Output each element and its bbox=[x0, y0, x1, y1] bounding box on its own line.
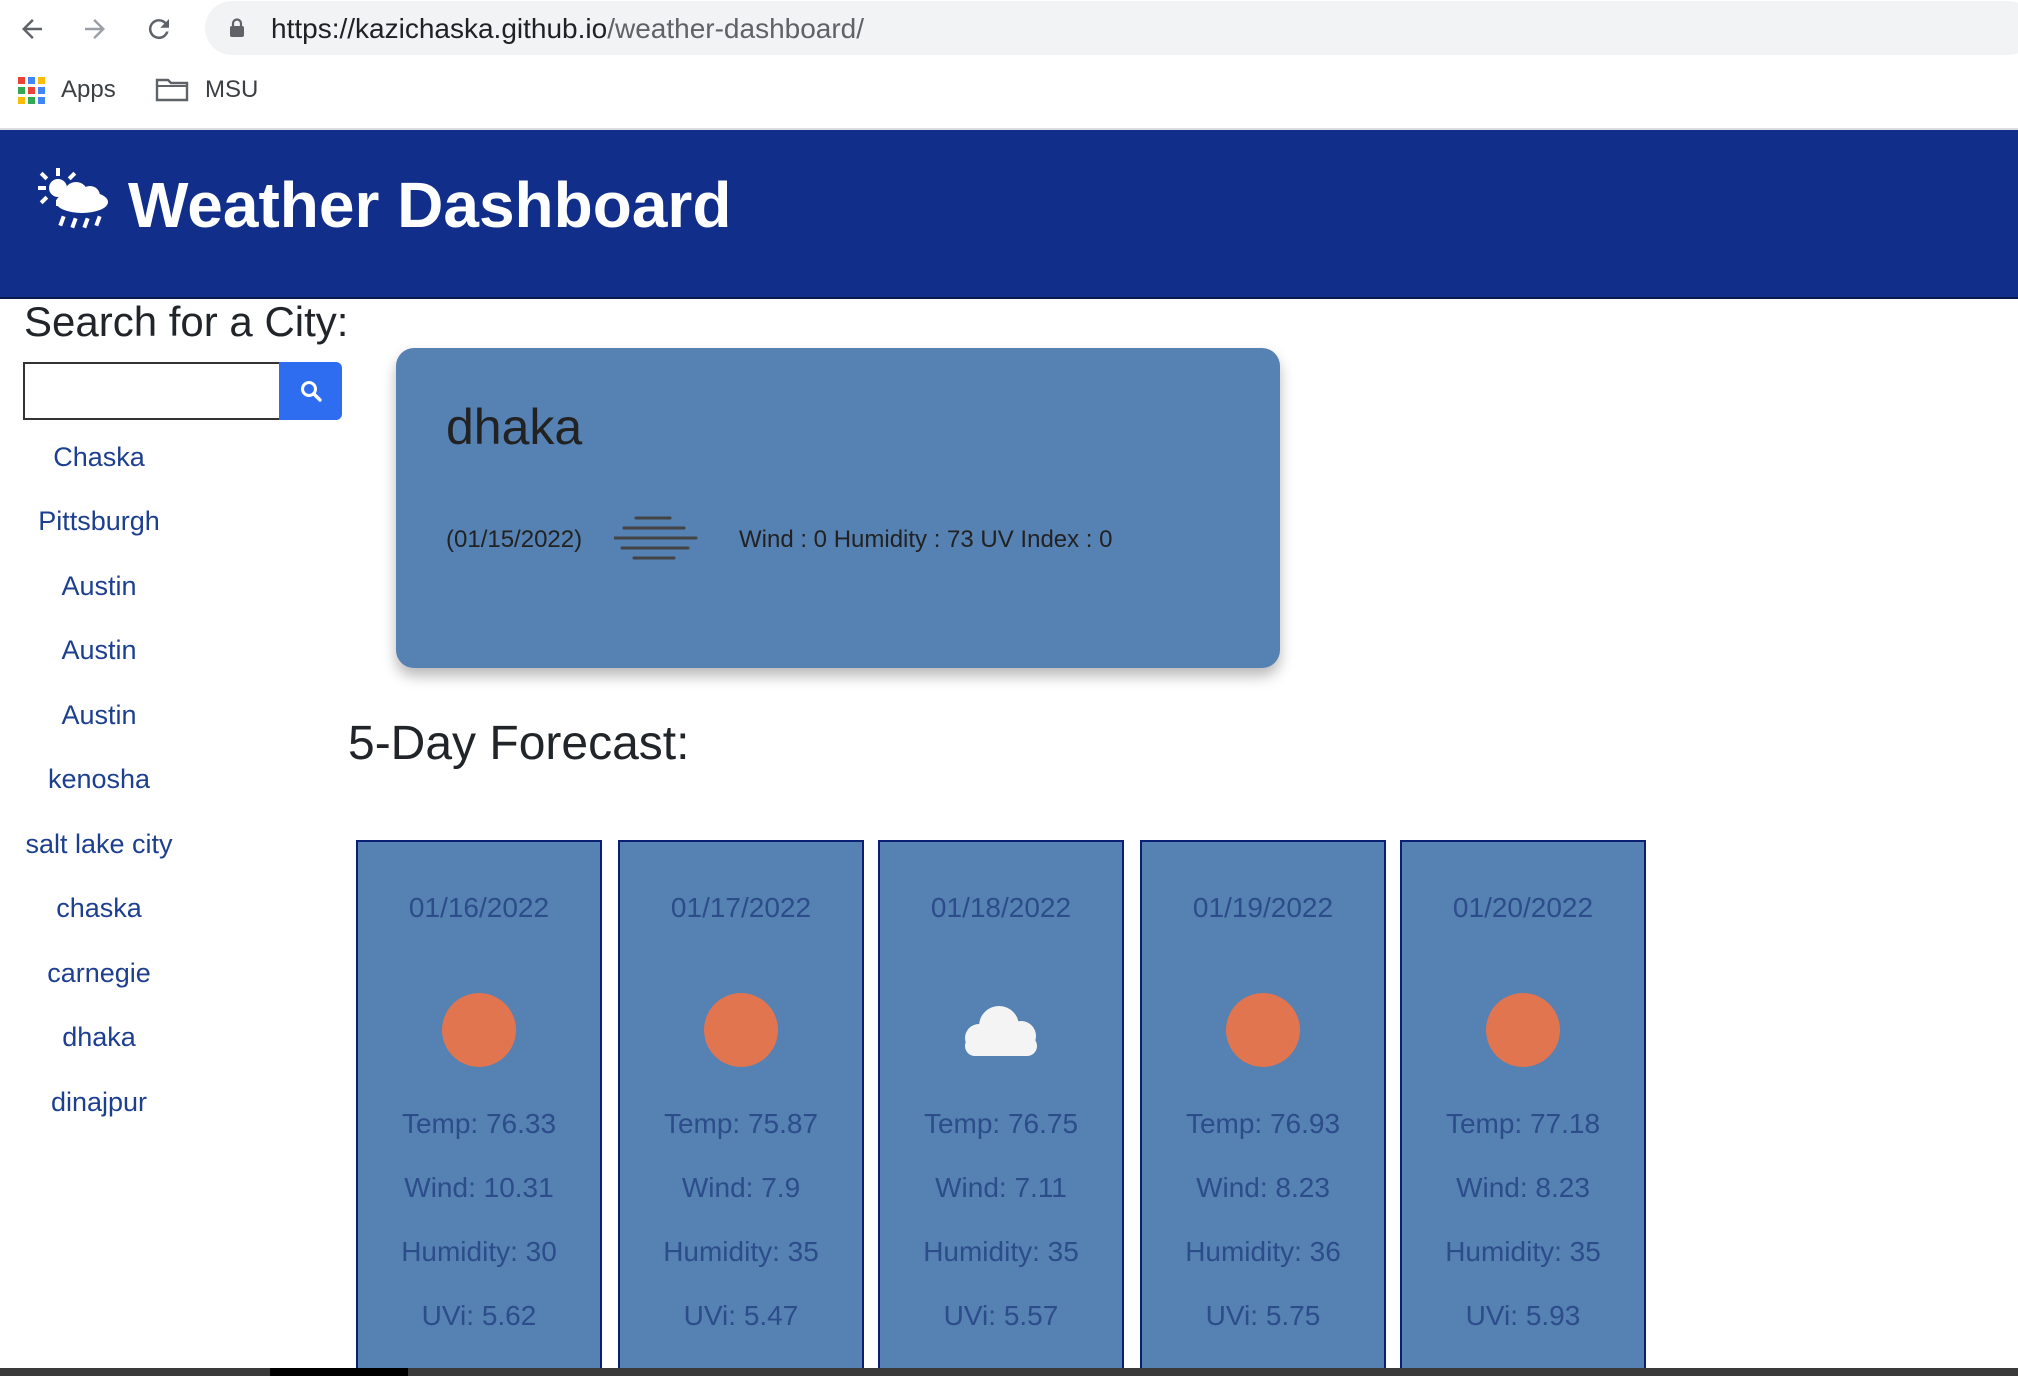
site-title-bold: Weather bbox=[128, 169, 380, 241]
forecast-card: 01/17/2022 Temp: 75.87 Wind: 7.9 Humidit… bbox=[618, 840, 864, 1376]
back-button[interactable] bbox=[11, 8, 53, 50]
site-title: Weather Dashboard bbox=[128, 168, 731, 242]
forecast-humidity: Humidity: 36 bbox=[1185, 1236, 1341, 1267]
sun-icon bbox=[433, 990, 525, 1070]
forecast-temp: Temp: 76.33 bbox=[401, 1108, 557, 1139]
cloud-icon bbox=[955, 990, 1047, 1070]
forecast-uvi: UVi: 5.62 bbox=[421, 1300, 537, 1331]
current-city-name: dhaka bbox=[446, 399, 583, 455]
url-text: https://kazichaska.github.io/weather-das… bbox=[271, 13, 864, 45]
search-icon bbox=[300, 381, 322, 402]
forecast-date: 01/20/2022 bbox=[1452, 892, 1594, 923]
site-header: Weather Dashboard bbox=[0, 130, 2018, 299]
forecast-humidity: Humidity: 35 bbox=[663, 1236, 819, 1267]
forecast-date: 01/18/2022 bbox=[930, 892, 1072, 923]
reload-button[interactable] bbox=[138, 8, 180, 50]
history-item-dhaka[interactable]: dhaka bbox=[0, 1006, 198, 1071]
history-item-salt-lake-city[interactable]: salt lake city bbox=[0, 812, 198, 877]
search-heading: Search for a City: bbox=[24, 298, 349, 345]
bookmark-msu[interactable]: MSU bbox=[155, 70, 258, 110]
folder-icon bbox=[155, 78, 189, 102]
bookmark-label: MSU bbox=[205, 76, 259, 103]
forecast-temp: Temp: 76.93 bbox=[1185, 1108, 1341, 1139]
forecast-wind: Wind: 7.11 bbox=[935, 1172, 1067, 1203]
forecast-wind: Wind: 7.9 bbox=[681, 1172, 801, 1203]
forecast-humidity: Humidity: 30 bbox=[401, 1236, 557, 1267]
history-item-austin[interactable]: Austin bbox=[0, 554, 198, 619]
history-item-kenosha[interactable]: kenosha bbox=[0, 748, 198, 813]
current-stats: Wind : 0 Humidity : 73 UV Index : 0 bbox=[739, 526, 1113, 553]
lock-icon bbox=[230, 18, 244, 37]
forecast-humidity: Humidity: 35 bbox=[923, 1236, 1079, 1267]
sun-icon bbox=[1217, 990, 1309, 1070]
history-item-austin[interactable]: Austin bbox=[0, 619, 198, 684]
forecast-heading: 5-Day Forecast: bbox=[348, 717, 690, 770]
current-date: (01/15/2022) bbox=[446, 526, 583, 553]
history-item-dinajpur[interactable]: dinajpur bbox=[0, 1070, 198, 1135]
forecast-card: 01/20/2022 Temp: 77.18 Wind: 8.23 Humidi… bbox=[1400, 840, 1646, 1376]
forecast-date: 01/19/2022 bbox=[1192, 892, 1334, 923]
forecast-uvi: UVi: 5.57 bbox=[943, 1300, 1059, 1331]
taskbar-strip bbox=[0, 1368, 2018, 1376]
forecast-card: 01/18/2022 Temp: 76.75 Wind: 7.11 Humidi… bbox=[878, 840, 1124, 1376]
reload-icon bbox=[148, 19, 169, 40]
site-title-rest: Dashboard bbox=[379, 169, 732, 241]
browser-toolbar: https://kazichaska.github.io/weather-das… bbox=[0, 0, 2018, 58]
bookmarks-bar: Apps MSU bbox=[0, 70, 2018, 110]
forecast-card: 01/19/2022 Temp: 76.93 Wind: 8.23 Humidi… bbox=[1140, 840, 1386, 1376]
forecast-date: 01/16/2022 bbox=[408, 892, 550, 923]
bookmark-apps[interactable]: Apps bbox=[18, 70, 116, 110]
current-weather-card: dhaka (01/15/2022) Wind : 0 Humidity : 7… bbox=[396, 348, 1280, 668]
forecast-uvi: UVi: 5.47 bbox=[683, 1300, 799, 1331]
forecast-date: 01/17/2022 bbox=[670, 892, 812, 923]
sun-icon bbox=[695, 990, 787, 1070]
forecast-temp: Temp: 77.18 bbox=[1445, 1108, 1601, 1139]
forecast-uvi: UVi: 5.75 bbox=[1205, 1300, 1321, 1331]
forecast-wind: Wind: 8.23 bbox=[1196, 1172, 1330, 1203]
url-host: https://kazichaska.github.io bbox=[271, 13, 608, 44]
history-item-chaska-lower[interactable]: chaska bbox=[0, 877, 198, 942]
forecast-temp: Temp: 75.87 bbox=[663, 1108, 819, 1139]
mist-icon bbox=[614, 516, 698, 560]
forecast-humidity: Humidity: 35 bbox=[1445, 1236, 1601, 1267]
forecast-wind: Wind: 10.31 bbox=[404, 1172, 554, 1203]
address-bar[interactable]: https://kazichaska.github.io/weather-das… bbox=[205, 1, 2018, 55]
sun-cloud-rain-icon bbox=[38, 168, 108, 229]
search-button[interactable] bbox=[279, 362, 342, 420]
search-history-list: Chaska Pittsburgh Austin Austin Austin k… bbox=[0, 425, 198, 1135]
forecast-wind: Wind: 8.23 bbox=[1456, 1172, 1590, 1203]
forecast-uvi: UVi: 5.93 bbox=[1465, 1300, 1581, 1331]
forward-button[interactable] bbox=[74, 8, 116, 50]
url-path: /weather-dashboard/ bbox=[607, 13, 865, 44]
forecast-temp: Temp: 76.75 bbox=[923, 1108, 1079, 1139]
history-item-chaska[interactable]: Chaska bbox=[0, 425, 198, 490]
city-search-input[interactable] bbox=[23, 362, 281, 420]
history-item-pittsburgh[interactable]: Pittsburgh bbox=[0, 490, 198, 555]
apps-grid-icon bbox=[18, 76, 45, 104]
forecast-card: 01/16/2022 Temp: 76.33 Wind: 10.31 Humid… bbox=[356, 840, 602, 1376]
sun-icon bbox=[1477, 990, 1569, 1070]
history-item-austin[interactable]: Austin bbox=[0, 683, 198, 748]
back-arrow-icon bbox=[22, 19, 42, 39]
bookmark-label: Apps bbox=[61, 76, 116, 103]
history-item-carnegie[interactable]: carnegie bbox=[0, 941, 198, 1006]
forward-arrow-icon bbox=[85, 19, 105, 39]
